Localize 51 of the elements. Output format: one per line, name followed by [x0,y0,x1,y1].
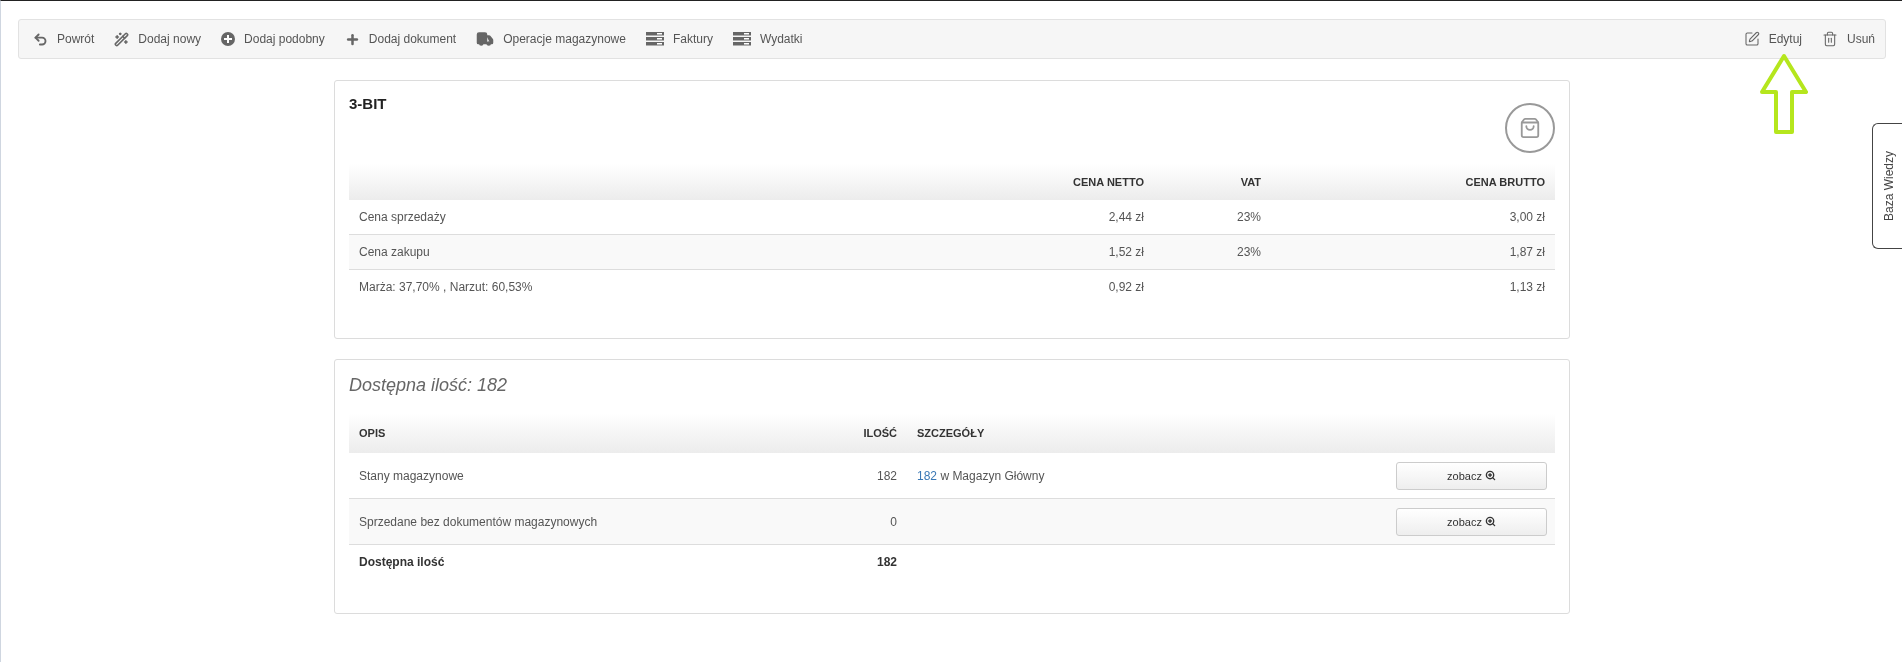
edit-icon [1743,31,1760,47]
table-cell-text: 1,13 zł [1508,280,1546,294]
column-header: SZCZEGÓŁY [916,427,986,439]
column-header: ILOŚĆ [862,427,898,439]
toolbar-button[interactable]: Dodaj podobny [221,32,325,46]
table-cell-text: 23% [1235,245,1262,259]
side-tab[interactable]: Baza Wiedzy [1872,123,1902,249]
zoom-icon [1484,516,1496,527]
column-header: CENA BRUTTO [1464,176,1546,188]
stock-title: Dostępna ilość: 182 [349,374,509,397]
trash-icon [1822,31,1838,47]
table-cell-text: Sprzedane bez dokumentów magazynowych [358,514,599,529]
magic-wand-icon [114,31,130,47]
view-button[interactable]: zobacz [1396,461,1547,490]
stock-detail: 182 w Magazyn Główny [916,468,1046,483]
table-cell-text: 182 [875,468,898,483]
plus-icon [344,31,360,47]
product-title: 3-BIT [349,94,387,112]
table-cell-text: Dostępna ilość [358,555,446,569]
toolbar-button[interactable]: Powrót [33,31,95,47]
column-header: CENA NETTO [1072,176,1145,188]
stock-link[interactable]: 182 [917,468,938,483]
table-cell-text: 1,87 zł [1508,245,1546,259]
column-header: VAT [1239,176,1262,188]
toolbar-button[interactable]: Usuń [1822,31,1875,47]
toolbar-button[interactable]: Wydatki [732,32,803,46]
view-button[interactable]: zobacz [1396,507,1547,536]
truck-icon [476,30,495,48]
toolbar-button[interactable]: Dodaj nowy [114,31,202,47]
table-cell-text: Stany magazynowe [358,468,465,483]
toolbar-button[interactable]: Operacje magazynowe [476,30,626,48]
table-cell-text: 0,92 zł [1107,280,1145,294]
back-arrow-icon [33,31,48,47]
table-cell-text: 182 [875,555,898,569]
toolbar-button[interactable]: Dodaj dokument [344,31,457,47]
table-cell-text: Marża: 37,70% , Narzut: 60,53% [358,280,534,294]
list-icon [732,32,751,46]
table-cell-text: 23% [1235,210,1262,224]
table-cell-text: 2,44 zł [1107,210,1145,224]
table-cell-text: 0 [889,514,898,529]
table-cell-text: 3,00 zł [1508,210,1546,224]
list-icon [645,32,664,46]
table-cell-text: 1,52 zł [1107,245,1145,259]
table-cell-text: Cena zakupu [358,245,431,259]
table-cell-text: Cena sprzedaży [358,210,447,224]
toolbar-button[interactable]: Faktury [645,32,713,46]
column-header: OPIS [358,427,387,439]
shopping-bag-icon [1505,103,1555,153]
plus-circle-icon [221,32,236,46]
toolbar-button[interactable]: Edytuj [1743,31,1802,47]
zoom-icon [1484,470,1496,481]
